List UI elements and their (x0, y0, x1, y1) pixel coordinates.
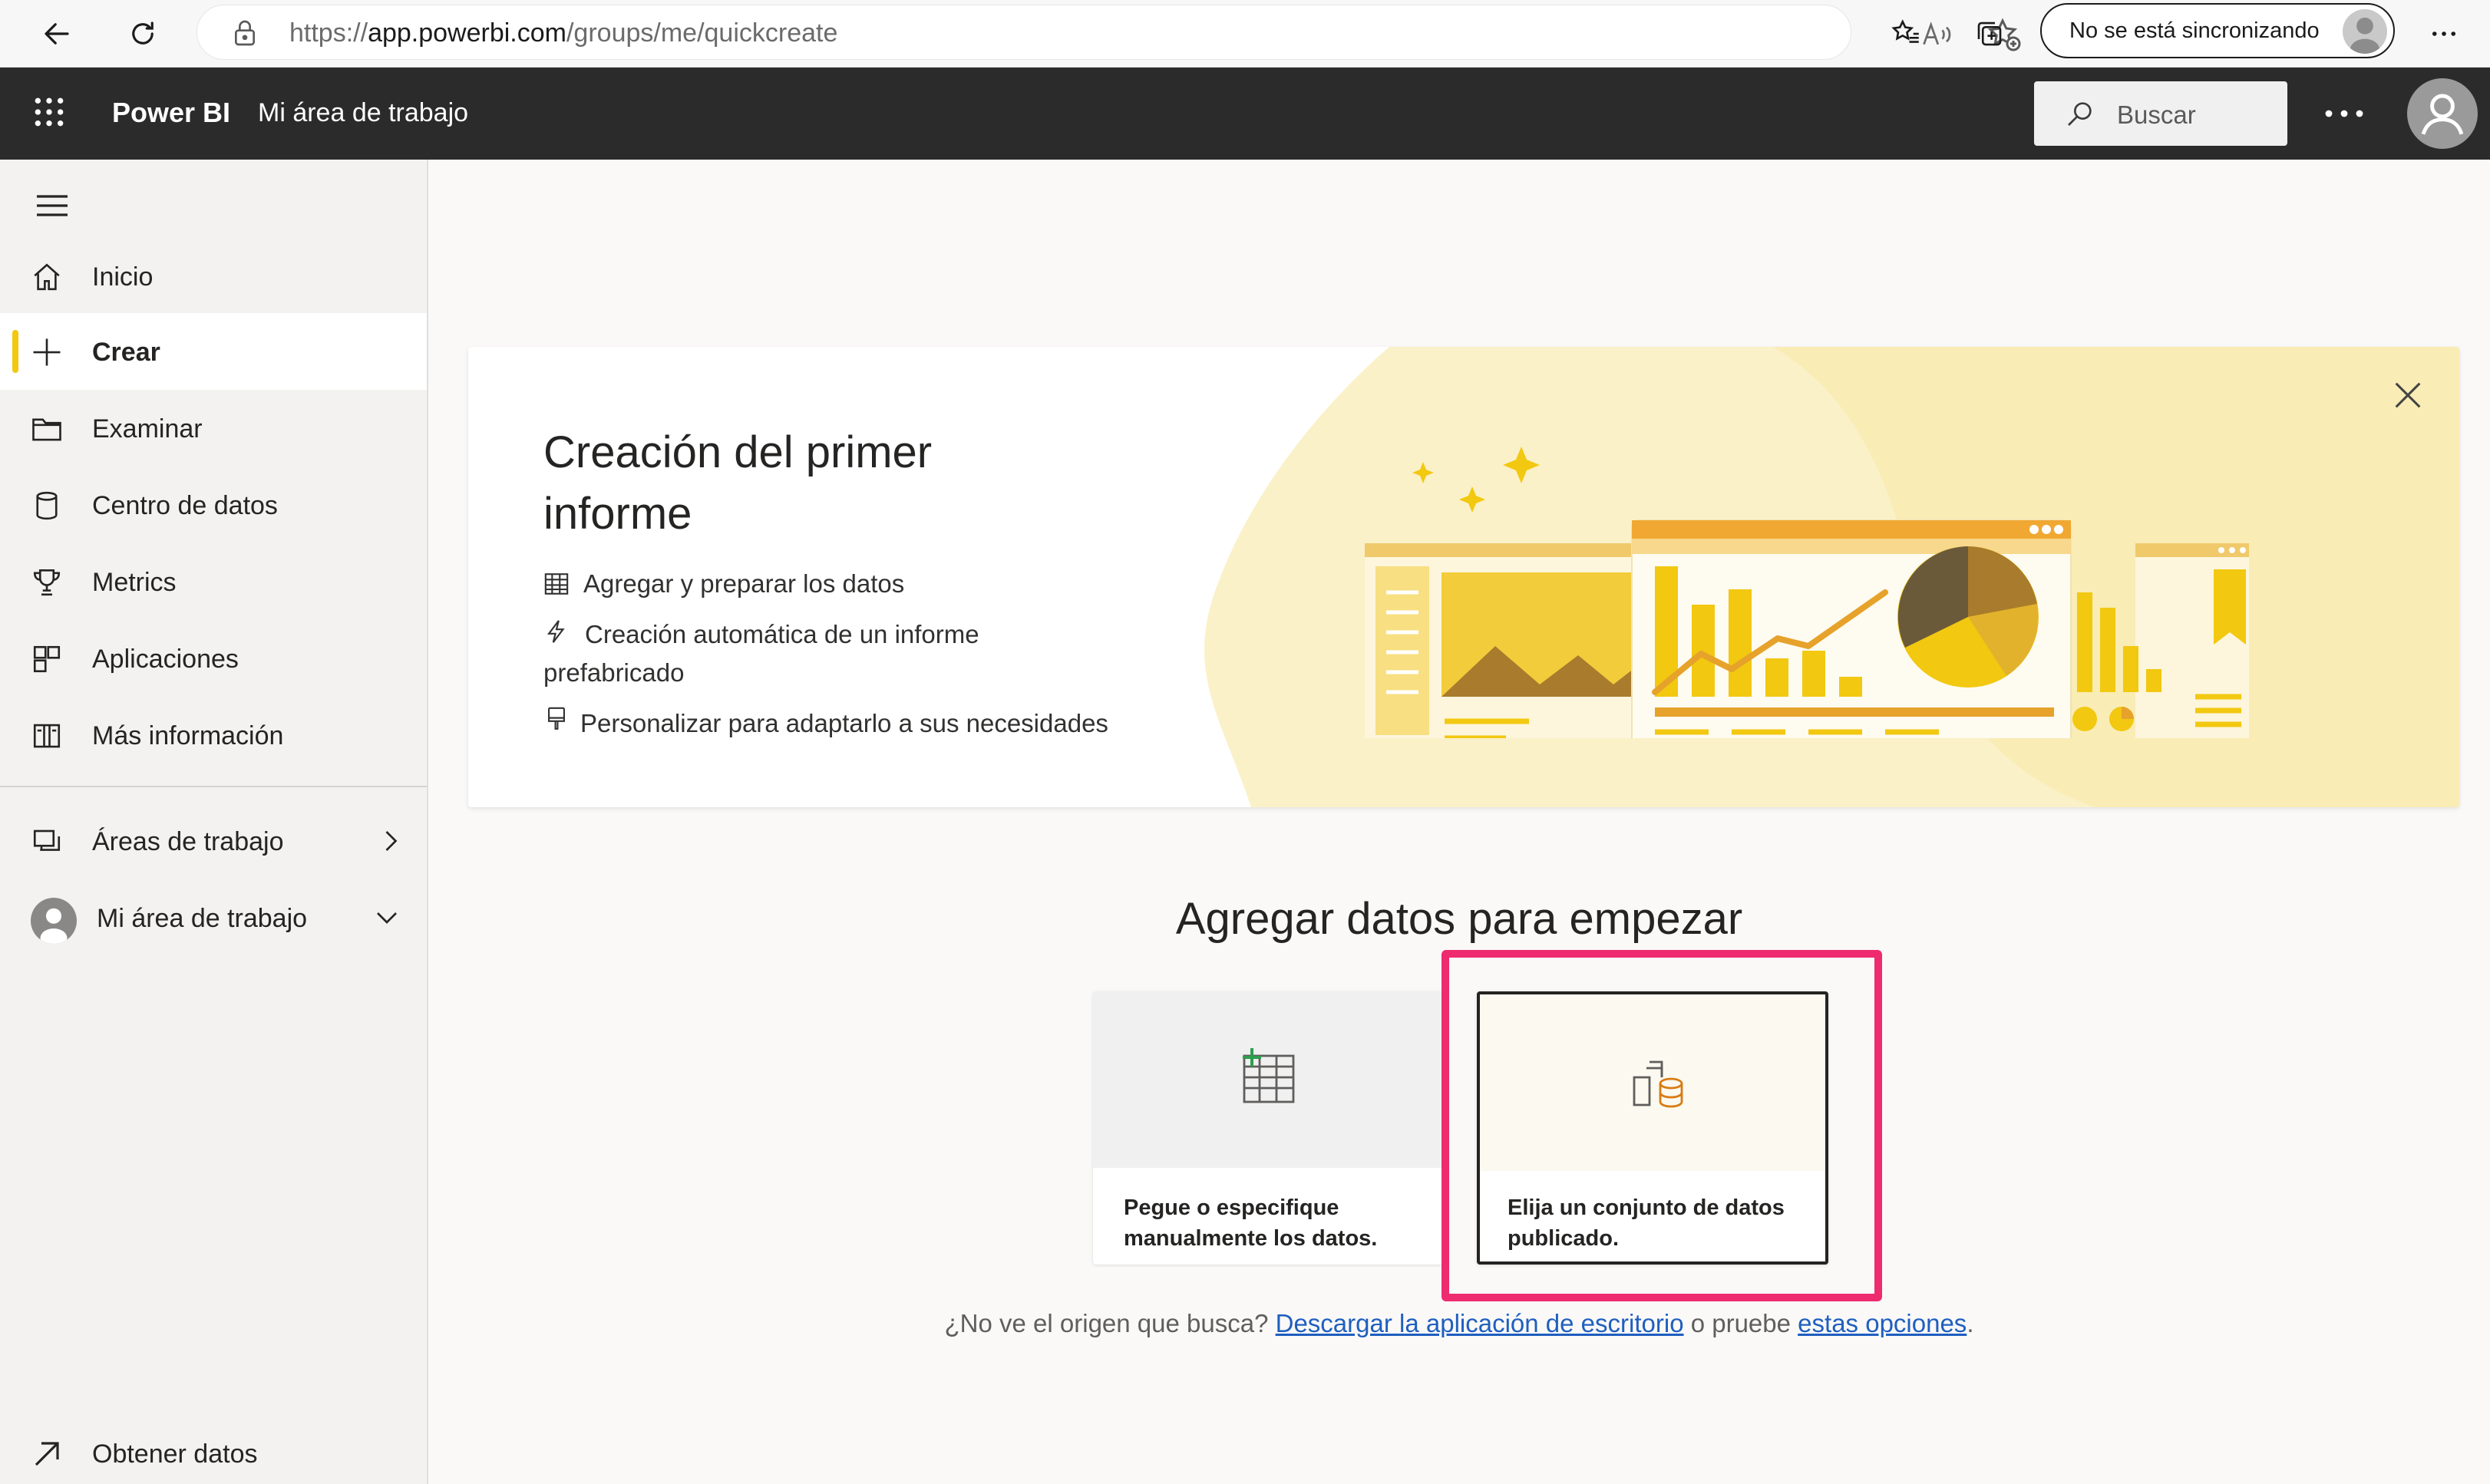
other-options-link[interactable]: estas opciones (1798, 1309, 1967, 1337)
table-add-icon (1243, 1048, 1295, 1103)
page: https://app.powerbi.com/groups/me/quickc… (0, 0, 2490, 1484)
book-icon (33, 724, 61, 748)
profile-avatar-icon (2343, 9, 2387, 54)
feature-text: Personalizar para adaptarlo a sus necesi… (580, 709, 1108, 737)
report-illustration (1365, 447, 2249, 738)
apps-icon (33, 645, 61, 673)
nav-label: Obtener datos (92, 1439, 258, 1469)
card-label: Elija un conjunto de datos publicado. (1508, 1195, 1785, 1251)
footer-suffix: . (1967, 1309, 1974, 1337)
main-content: Creación del primer informe Agregar y pr… (428, 160, 2490, 1484)
footer-note: ¿No ve el origen que busca? Descargar la… (428, 1309, 2490, 1338)
nav-item-centro-de-datos[interactable]: Centro de datos (0, 467, 427, 543)
footer-middle: o pruebe (1690, 1309, 1791, 1337)
lock-icon[interactable] (230, 18, 260, 48)
banner-title: Creación del primer informe (543, 427, 933, 539)
published-dataset-card[interactable]: Elija un conjunto de datos publicado. (1477, 991, 1828, 1265)
nav-label: Aplicaciones (92, 645, 239, 674)
feature-text: Agregar y preparar los datos (583, 569, 905, 598)
nav-item-metrics[interactable]: Metrics (0, 543, 427, 620)
more-dots-icon (2432, 31, 2456, 36)
feature-add-data: Agregar y preparar los datos (543, 565, 1096, 603)
refresh-icon (132, 21, 154, 45)
feature-auto-report: Creación automática de un informe prefab… (543, 615, 1096, 692)
dataset-icon (1633, 1060, 1683, 1108)
favorites-list-icon (1891, 19, 1919, 43)
nav-item-areas-de-trabajo[interactable]: Áreas de trabajo (0, 803, 427, 879)
feature-customize: Personalizar para adaptarlo a sus necesi… (543, 704, 1204, 743)
section-title: Agregar datos para empezar (1175, 894, 1743, 944)
workspaces-icon (33, 829, 61, 851)
search-placeholder: Buscar (2117, 101, 2196, 129)
collections-icon (1977, 21, 2002, 46)
footer-prefix: ¿No ve el origen que busca? (944, 1309, 1269, 1337)
nav-label: Mi área de trabajo (97, 904, 308, 933)
folder-icon (32, 418, 61, 441)
nav-item-mas-informacion[interactable]: Más información (0, 697, 427, 773)
trophy-icon (33, 569, 61, 596)
browser-toolbar: https://app.powerbi.com/groups/me/quickc… (0, 0, 2490, 68)
more-options-icon[interactable] (2321, 98, 2367, 129)
account-avatar[interactable] (2407, 78, 2478, 149)
nav-item-mi-area-de-trabajo[interactable]: Mi área de trabajo (0, 879, 427, 956)
lightning-icon (547, 620, 565, 643)
nav-item-crear[interactable]: Crear (0, 313, 427, 390)
nav-label: Metrics (92, 568, 177, 597)
enter-data-manually-card[interactable]: Pegue o especifique manualmente los dato… (1093, 991, 1445, 1265)
plus-icon (33, 338, 61, 366)
feature-text: Creación automática de un informe prefab… (543, 620, 979, 687)
download-desktop-link[interactable]: Descargar la aplicación de escritorio (1276, 1309, 1684, 1337)
nav-item-obtener-datos[interactable]: Obtener datos (0, 1415, 427, 1484)
browser-menu-button[interactable] (2416, 6, 2472, 61)
home-icon (34, 263, 60, 291)
app-launcher-icon[interactable] (32, 95, 66, 129)
chevron-right-icon (385, 831, 398, 851)
hamburger-menu-icon[interactable] (34, 190, 71, 221)
nav-item-aplicaciones[interactable]: Aplicaciones (0, 620, 427, 697)
brand-title[interactable]: Power BI (112, 97, 230, 129)
person-icon (2421, 94, 2464, 135)
search-icon (2068, 102, 2092, 126)
paintbrush-icon (548, 707, 565, 730)
back-arrow-icon (45, 23, 69, 45)
url-host: app.powerbi.com (368, 18, 566, 48)
nav-label: Examinar (92, 414, 203, 444)
profile-sync-button[interactable]: No se está sincronizando (2040, 3, 2395, 58)
arrow-up-right-icon (35, 1442, 59, 1466)
nav-item-examinar[interactable]: Examinar (0, 390, 427, 467)
nav-label: Más información (92, 721, 284, 750)
close-icon[interactable] (2390, 378, 2426, 413)
workspace-avatar (31, 898, 77, 944)
favorites-button[interactable] (1879, 6, 1934, 61)
workspace-breadcrumb[interactable]: Mi área de trabajo (258, 98, 468, 128)
nav-label: Centro de datos (92, 491, 278, 520)
collections-button[interactable] (1962, 6, 2017, 61)
nav-label: Crear (92, 338, 160, 367)
back-button[interactable] (29, 6, 84, 61)
getting-started-banner: Creación del primer informe Agregar y pr… (468, 347, 2459, 807)
table-icon (544, 573, 569, 595)
sidebar-divider (0, 786, 427, 787)
url-text[interactable]: https://app.powerbi.com/groups/me/quickc… (289, 18, 837, 48)
left-nav: Inicio Crear Examinar Centro de datos Me… (0, 160, 428, 1484)
card-label: Pegue o especifique manualmente los dato… (1124, 1195, 1378, 1251)
nav-item-inicio[interactable]: Inicio (0, 238, 427, 315)
database-icon (36, 491, 58, 520)
person-icon (40, 908, 68, 944)
url-path: /groups/me/quickcreate (566, 18, 838, 48)
nav-label: Áreas de trabajo (92, 827, 284, 856)
sync-status-label: No se está sincronizando (2069, 18, 2320, 43)
url-prefix: https:// (289, 18, 368, 48)
refresh-button[interactable] (115, 6, 170, 61)
nav-label: Inicio (92, 262, 154, 292)
app-header: Power BI Mi área de trabajo Buscar (0, 68, 2490, 160)
search-input[interactable]: Buscar (2034, 81, 2287, 146)
chevron-down-icon (377, 912, 397, 924)
sparkle-icons (1412, 447, 1540, 513)
address-bar[interactable]: https://app.powerbi.com/groups/me/quickc… (196, 5, 2021, 60)
